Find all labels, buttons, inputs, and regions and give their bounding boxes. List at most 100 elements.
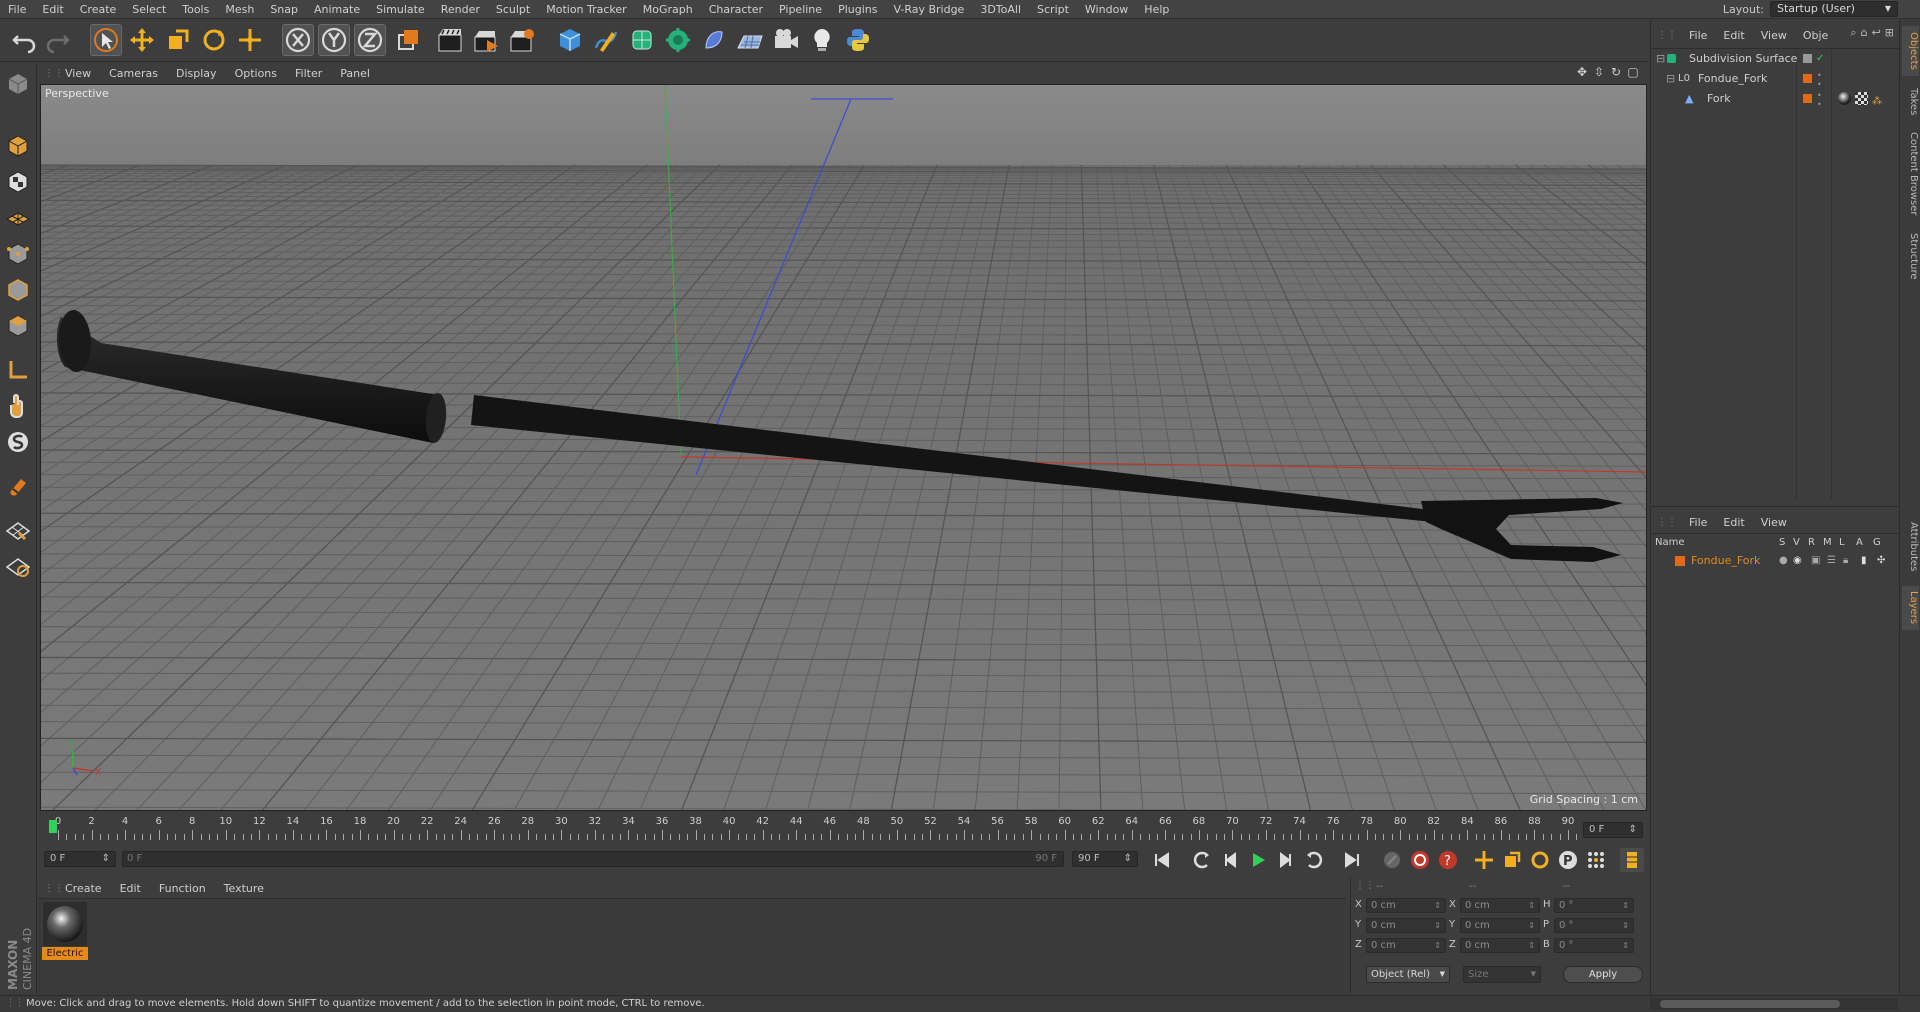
- menu-file[interactable]: File: [0, 0, 34, 19]
- key-rotation-icon[interactable]: [1528, 848, 1552, 872]
- enabled-check-icon[interactable]: ✓: [1816, 49, 1824, 68]
- x-axis-lock-icon[interactable]: [282, 24, 314, 56]
- horizontal-scrollbar[interactable]: [1650, 998, 1898, 1010]
- layer-color-icon[interactable]: [1803, 74, 1812, 83]
- undo-icon[interactable]: [8, 24, 40, 56]
- layer-color-swatch[interactable]: [1675, 556, 1685, 566]
- menu-animate[interactable]: Animate: [306, 0, 368, 19]
- end-frame-field[interactable]: 90 F ⇕: [1072, 851, 1138, 867]
- layer-menu-file[interactable]: File: [1681, 516, 1715, 529]
- camera-icon[interactable]: [770, 24, 802, 56]
- menu-script[interactable]: Script: [1029, 0, 1077, 19]
- key-position-icon[interactable]: [1472, 848, 1496, 872]
- go-to-start-icon[interactable]: [1150, 848, 1174, 872]
- timeline-layout-icon[interactable]: [1620, 848, 1644, 872]
- menu-motion-tracker[interactable]: Motion Tracker: [538, 0, 634, 19]
- menu-3dtoall[interactable]: 3DToAll: [972, 0, 1029, 19]
- record-keys-icon[interactable]: [1380, 848, 1404, 872]
- coord-field[interactable]: 0 cm ⇕: [1460, 918, 1540, 933]
- generators-icon[interactable]: ✣: [1877, 551, 1885, 570]
- coord-field[interactable]: 0 ° ⇕: [1554, 898, 1634, 913]
- layer-column-v[interactable]: V: [1793, 537, 1800, 548]
- tweak-mode-icon[interactable]: [3, 391, 33, 421]
- y-axis-lock-icon[interactable]: [318, 24, 350, 56]
- layout-dropdown[interactable]: Startup (User) ▼: [1770, 1, 1898, 17]
- cube-icon[interactable]: [554, 24, 586, 56]
- material-menu-function[interactable]: Function: [150, 882, 215, 895]
- viewport-menu-view[interactable]: View: [56, 67, 100, 80]
- viewport-menu-options[interactable]: Options: [226, 67, 286, 80]
- material-menu-create[interactable]: Create: [56, 882, 111, 895]
- object-menu-edit[interactable]: Edit: [1715, 29, 1752, 42]
- make-editable-icon[interactable]: [3, 69, 33, 99]
- pan-icon[interactable]: ✥: [1575, 65, 1589, 79]
- next-key-icon[interactable]: [1302, 848, 1326, 872]
- material-menu-texture[interactable]: Texture: [215, 882, 273, 895]
- render-settings-icon[interactable]: [506, 24, 538, 56]
- coord-field[interactable]: 0 ° ⇕: [1554, 938, 1634, 953]
- start-frame-field[interactable]: 0 F ⇕: [44, 851, 116, 867]
- polygons-mode-icon[interactable]: [3, 311, 33, 341]
- visibility-dots-icon[interactable]: • •: [1817, 71, 1822, 89]
- layer-column-name[interactable]: Name: [1655, 537, 1685, 548]
- tab-takes[interactable]: Takes: [1902, 82, 1919, 122]
- menu-mograph[interactable]: MoGraph: [635, 0, 701, 19]
- menu-mesh[interactable]: Mesh: [217, 0, 262, 19]
- material-item[interactable]: Electric: [38, 899, 94, 965]
- viewport-perspective[interactable]: Y X Perspective Grid Spacing : 1 cm: [40, 84, 1647, 811]
- viewport-menu-filter[interactable]: Filter: [286, 67, 331, 80]
- menu-select[interactable]: Select: [124, 0, 174, 19]
- menu-plugins[interactable]: Plugins: [830, 0, 885, 19]
- locked-icon[interactable]: 🔒︎: [1843, 551, 1848, 570]
- menu-snap[interactable]: Snap: [262, 0, 306, 19]
- menu-simulate[interactable]: Simulate: [368, 0, 433, 19]
- tab-layers[interactable]: Layers: [1902, 586, 1919, 630]
- manager-icon[interactable]: ☰: [1827, 551, 1836, 570]
- layer-column-l[interactable]: L: [1839, 537, 1845, 548]
- apply-button[interactable]: Apply: [1563, 966, 1643, 983]
- material-tag-icon[interactable]: [1838, 92, 1851, 105]
- keyframe-selection-icon[interactable]: ?: [1436, 848, 1460, 872]
- texture-mode-icon[interactable]: [3, 167, 33, 197]
- viewport-menu-panel[interactable]: Panel: [331, 67, 379, 80]
- menu-render[interactable]: Render: [433, 0, 488, 19]
- coord-field[interactable]: 0 cm ⇕: [1366, 938, 1446, 953]
- home-icon[interactable]: ⌂: [1861, 26, 1868, 40]
- autokeying-icon[interactable]: [1408, 848, 1432, 872]
- menu-create[interactable]: Create: [72, 0, 125, 19]
- new-window-icon[interactable]: ⊞: [1885, 26, 1894, 40]
- selection-tag-icon[interactable]: ⁂: [1872, 92, 1882, 111]
- model-mode-icon[interactable]: [3, 131, 33, 161]
- render-icon[interactable]: ▣: [1811, 551, 1820, 570]
- tab-structure[interactable]: Structure: [1902, 226, 1919, 286]
- object-menu-file[interactable]: File: [1681, 29, 1715, 42]
- key-scale-icon[interactable]: [1500, 848, 1524, 872]
- layer-color-icon[interactable]: [1803, 94, 1812, 103]
- render-picture-viewer-icon[interactable]: [470, 24, 502, 56]
- timeline-ruler[interactable]: 0 2 4 6 8 10 12 14 16 18 20 22 24 26 28 30 32 34 36 38 40 42 4…: [40, 814, 1647, 844]
- visibility-dots-icon[interactable]: • •: [1817, 91, 1822, 109]
- uvw-tag-icon[interactable]: [1855, 92, 1868, 105]
- coord-field[interactable]: 0 cm ⇕: [1460, 898, 1540, 913]
- edges-mode-icon[interactable]: [3, 275, 33, 305]
- size-mode-dropdown[interactable]: Size ▼: [1463, 966, 1541, 983]
- layer-menu-edit[interactable]: Edit: [1715, 516, 1752, 529]
- coordinate-mode-dropdown[interactable]: Object (Rel) ▼: [1366, 966, 1450, 983]
- frame-range-slider[interactable]: 0 F 90 F: [122, 851, 1064, 867]
- tab-attributes[interactable]: Attributes: [1902, 512, 1919, 582]
- z-axis-lock-icon[interactable]: [354, 24, 386, 56]
- view-icon[interactable]: ◉: [1793, 551, 1802, 570]
- render-view-icon[interactable]: [434, 24, 466, 56]
- back-icon[interactable]: ↩: [1872, 26, 1881, 40]
- scale-icon[interactable]: [162, 24, 194, 56]
- rotate-icon[interactable]: [198, 24, 230, 56]
- coord-field[interactable]: 0 ° ⇕: [1554, 918, 1634, 933]
- next-frame-icon[interactable]: [1274, 848, 1298, 872]
- playhead-marker[interactable]: [49, 820, 57, 833]
- layer-menu-view[interactable]: View: [1753, 516, 1795, 529]
- move-icon[interactable]: [126, 24, 158, 56]
- points-mode-icon[interactable]: [3, 239, 33, 269]
- viewport-menu-cameras[interactable]: Cameras: [100, 67, 167, 80]
- transform-icon[interactable]: [234, 24, 266, 56]
- object-row-fork[interactable]: ▲ Fork • • ⁂: [1651, 89, 1899, 111]
